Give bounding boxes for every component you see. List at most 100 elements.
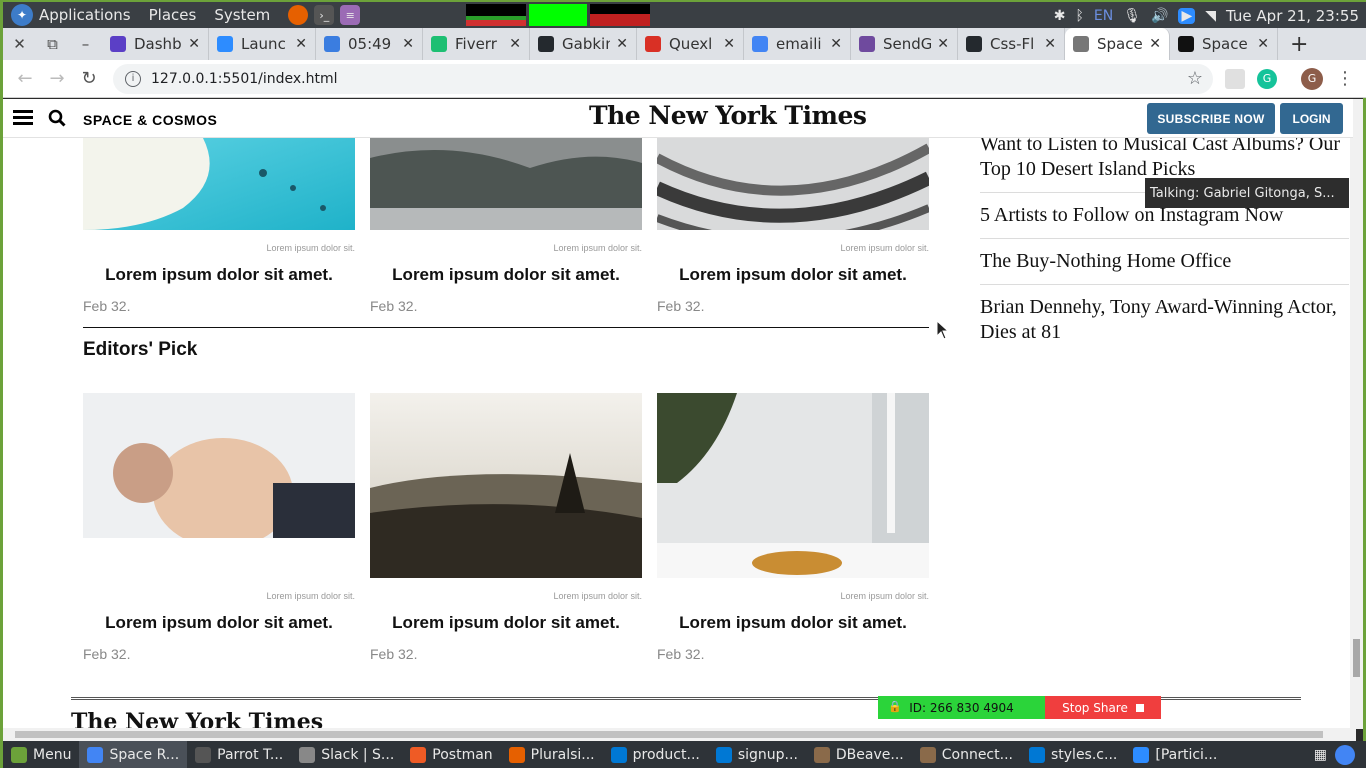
close-tab-icon[interactable]: ✕ <box>1257 36 1269 52</box>
system-menu[interactable]: System <box>214 6 270 24</box>
browser-tab[interactable]: 05:49 ✕ <box>316 28 423 60</box>
chrome-tray-icon[interactable] <box>1335 744 1355 765</box>
close-tab-icon[interactable]: ✕ <box>1044 36 1056 52</box>
new-tab-button[interactable]: + <box>1290 32 1308 57</box>
browser-tab[interactable]: Space ✕ <box>1170 28 1278 60</box>
applications-menu[interactable]: Applications <box>39 6 131 24</box>
architecture-image[interactable] <box>654 138 933 245</box>
url-text[interactable]: 127.0.0.1:5501/index.html <box>151 71 1187 87</box>
taskbar-item[interactable]: Postman <box>402 741 500 768</box>
footer-nyt-logo[interactable]: The New York Times <box>71 709 323 729</box>
chrome-menu-icon[interactable]: ⋮ <box>1329 68 1361 89</box>
back-button[interactable]: ← <box>9 68 41 89</box>
article-headline[interactable]: Lorem ipsum dolor sit amet. <box>657 613 929 633</box>
stop-share-button[interactable]: Stop Share <box>1045 696 1161 719</box>
taskbar-item[interactable]: DBeave... <box>806 741 912 768</box>
article-headline[interactable]: Lorem ipsum dolor sit amet. <box>657 265 929 285</box>
profile-avatar[interactable]: G <box>1301 67 1323 90</box>
browser-tab[interactable]: Css-Fl ✕ <box>958 28 1065 60</box>
editors-pick-card[interactable]: Lorem ipsum dolor sit. Lorem ipsum dolor… <box>83 393 355 662</box>
slack-tray-icon[interactable]: ✱ <box>1054 8 1066 24</box>
sleeping-baby-image[interactable] <box>83 393 355 578</box>
aerial-ocean-image[interactable] <box>83 138 355 230</box>
microphone-icon[interactable]: 🎙 <box>1123 8 1141 24</box>
close-tab-icon[interactable]: ✕ <box>402 36 414 52</box>
editors-pick-card[interactable]: Lorem ipsum dolor sit. Lorem ipsum dolor… <box>657 393 929 662</box>
hamburger-menu-icon[interactable] <box>13 110 33 126</box>
taskbar-item[interactable]: Parrot T... <box>187 741 291 768</box>
clock[interactable]: Tue Apr 21, 23:55 <box>1226 7 1359 25</box>
site-info-icon[interactable]: i <box>125 70 141 87</box>
sidebar-article-link[interactable]: Brian Dennehy, Tony Award-Winning Actor,… <box>980 295 1349 355</box>
article-headline[interactable]: Lorem ipsum dolor sit amet. <box>83 613 355 633</box>
taskbar-item[interactable]: styles.c... <box>1021 741 1125 768</box>
article-headline[interactable]: Lorem ipsum dolor sit amet. <box>370 613 642 633</box>
subscribe-button[interactable]: SUBSCRIBE NOW <box>1147 103 1275 134</box>
bluetooth-icon[interactable]: ᛒ <box>1076 8 1084 24</box>
url-omnibox[interactable]: i 127.0.0.1:5501/index.html ☆ <box>113 63 1213 94</box>
section-title[interactable]: SPACE & COSMOS <box>83 112 217 128</box>
article-card[interactable]: Lorem ipsum dolor sit. Lorem ipsum dolor… <box>370 138 642 314</box>
mint-logo-icon[interactable]: ✦ <box>11 4 33 26</box>
browser-tab[interactable]: Quexl ✕ <box>637 28 744 60</box>
article-card[interactable]: Lorem ipsum dolor sit. Lorem ipsum dolor… <box>654 138 933 314</box>
minimize-window-icon[interactable]: – <box>69 35 102 53</box>
article-headline[interactable]: Lorem ipsum dolor sit amet. <box>370 265 642 285</box>
taskbar-item[interactable]: Slack | S... <box>291 741 402 768</box>
forest-hills-image[interactable] <box>370 393 642 578</box>
close-tab-icon[interactable]: ✕ <box>616 36 628 52</box>
sidebar-article-link[interactable]: 5 Artists to Follow on Instagram Now <box>980 203 1349 239</box>
sidebar-article-link[interactable]: The Buy-Nothing Home Office <box>980 249 1349 285</box>
terminal-launcher-icon[interactable]: ›_ <box>314 5 335 25</box>
browser-tab[interactable]: Fiverr ✕ <box>423 28 530 60</box>
scrollbar-thumb[interactable] <box>15 731 1323 738</box>
browser-tab[interactable]: SendG ✕ <box>851 28 958 60</box>
horizontal-scrollbar[interactable] <box>3 728 1356 741</box>
taskbar-item[interactable]: product... <box>603 741 708 768</box>
volume-icon[interactable]: 🔊 <box>1151 8 1168 24</box>
firefox-launcher-icon[interactable] <box>288 5 309 25</box>
close-window-icon[interactable]: ✕ <box>3 35 36 53</box>
zoom-tray-icon[interactable]: ▶ <box>1178 8 1196 24</box>
nyt-logo[interactable]: The New York Times <box>589 101 867 130</box>
login-button[interactable]: LOGIN <box>1280 103 1343 134</box>
taskbar-item[interactable]: Menu <box>3 741 79 768</box>
close-tab-icon[interactable]: ✕ <box>188 36 200 52</box>
close-tab-icon[interactable]: ✕ <box>937 36 949 52</box>
vertical-scrollbar[interactable] <box>1350 99 1363 729</box>
grammarly-icon[interactable]: G <box>1257 68 1277 89</box>
close-tab-icon[interactable]: ✕ <box>1149 36 1161 52</box>
wifi-icon[interactable]: ◥ <box>1205 8 1216 24</box>
restore-window-icon[interactable]: ⧉ <box>36 35 69 53</box>
close-tab-icon[interactable]: ✕ <box>830 36 842 52</box>
close-tab-icon[interactable]: ✕ <box>295 36 307 52</box>
coffee-window-image[interactable] <box>657 393 929 578</box>
places-menu[interactable]: Places <box>149 6 197 24</box>
forward-button[interactable]: → <box>41 68 73 89</box>
taskbar-item[interactable]: Pluralsi... <box>501 741 603 768</box>
taskbar-item[interactable]: Space R... <box>79 741 188 768</box>
article-card[interactable]: Lorem ipsum dolor sit. Lorem ipsum dolor… <box>83 138 355 314</box>
browser-tab[interactable]: Space ✕ <box>1065 28 1170 60</box>
text-editor-launcher-icon[interactable]: ≡ <box>340 5 361 25</box>
search-icon[interactable] <box>48 109 66 127</box>
scrollbar-thumb[interactable] <box>1353 639 1360 677</box>
keyboard-layout-indicator[interactable]: EN <box>1094 8 1113 24</box>
browser-tab[interactable]: emaili ✕ <box>744 28 851 60</box>
workspace-switcher-icon[interactable]: ▦ <box>1314 747 1327 763</box>
taskbar-item[interactable]: Connect... <box>912 741 1021 768</box>
browser-tab[interactable]: Dashb ✕ <box>102 28 209 60</box>
taskbar-item[interactable]: signup... <box>708 741 806 768</box>
browser-tab[interactable]: Gabkin ✕ <box>530 28 637 60</box>
reload-button[interactable]: ↻ <box>73 68 105 89</box>
extension-icon[interactable] <box>1225 68 1245 89</box>
bookmark-star-icon[interactable]: ☆ <box>1187 68 1203 89</box>
close-tab-icon[interactable]: ✕ <box>509 36 521 52</box>
editors-pick-card[interactable]: Lorem ipsum dolor sit. Lorem ipsum dolor… <box>370 393 642 662</box>
taskbar-item[interactable]: [Partici... <box>1125 741 1225 768</box>
mountain-lake-image[interactable] <box>370 138 642 230</box>
meeting-id[interactable]: 🔒 ID: 266 830 4904 <box>878 696 1045 719</box>
close-tab-icon[interactable]: ✕ <box>723 36 735 52</box>
browser-tab[interactable]: Launc ✕ <box>209 28 316 60</box>
article-headline[interactable]: Lorem ipsum dolor sit amet. <box>83 265 355 285</box>
